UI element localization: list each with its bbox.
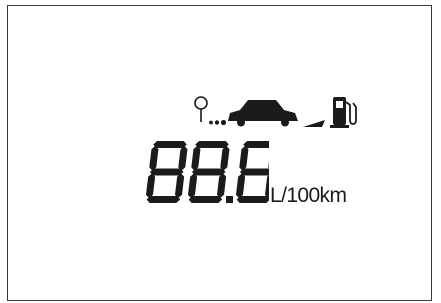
segment-g — [149, 168, 184, 176]
segment-a — [195, 141, 229, 148]
segment-d — [146, 196, 181, 203]
segment-g — [239, 168, 269, 176]
location-pin-icon — [194, 96, 208, 122]
segment-f — [239, 145, 249, 171]
segment-g — [191, 168, 226, 176]
segment-e — [187, 173, 198, 199]
segment-b — [220, 145, 230, 171]
segment-b — [178, 145, 188, 171]
digit-1 — [187, 141, 230, 203]
segment-e — [145, 173, 156, 199]
fuel-pump-icon — [330, 97, 357, 128]
trail-dots-icon — [209, 119, 227, 126]
decimal-point — [226, 196, 233, 203]
segment-c — [174, 173, 185, 199]
segment-c — [264, 175, 269, 199]
segment-e — [235, 173, 246, 199]
road-arrow-icon — [303, 120, 325, 127]
unit-label: L/100km — [270, 184, 347, 207]
segment-f — [191, 145, 201, 171]
segment-a — [243, 141, 269, 148]
digit-2 — [235, 141, 269, 203]
trip-icon-row — [192, 93, 364, 133]
digital-readout — [143, 138, 269, 210]
segment-a — [153, 141, 187, 148]
digit-0 — [145, 141, 188, 203]
car-icon — [228, 100, 298, 127]
segment-d — [188, 196, 223, 203]
segment-f — [149, 145, 159, 171]
segment-c — [216, 173, 227, 199]
segment-d — [236, 196, 269, 203]
consumption-digits — [145, 141, 269, 203]
trip-icons-svg — [194, 96, 357, 128]
segment-b — [268, 161, 269, 169]
